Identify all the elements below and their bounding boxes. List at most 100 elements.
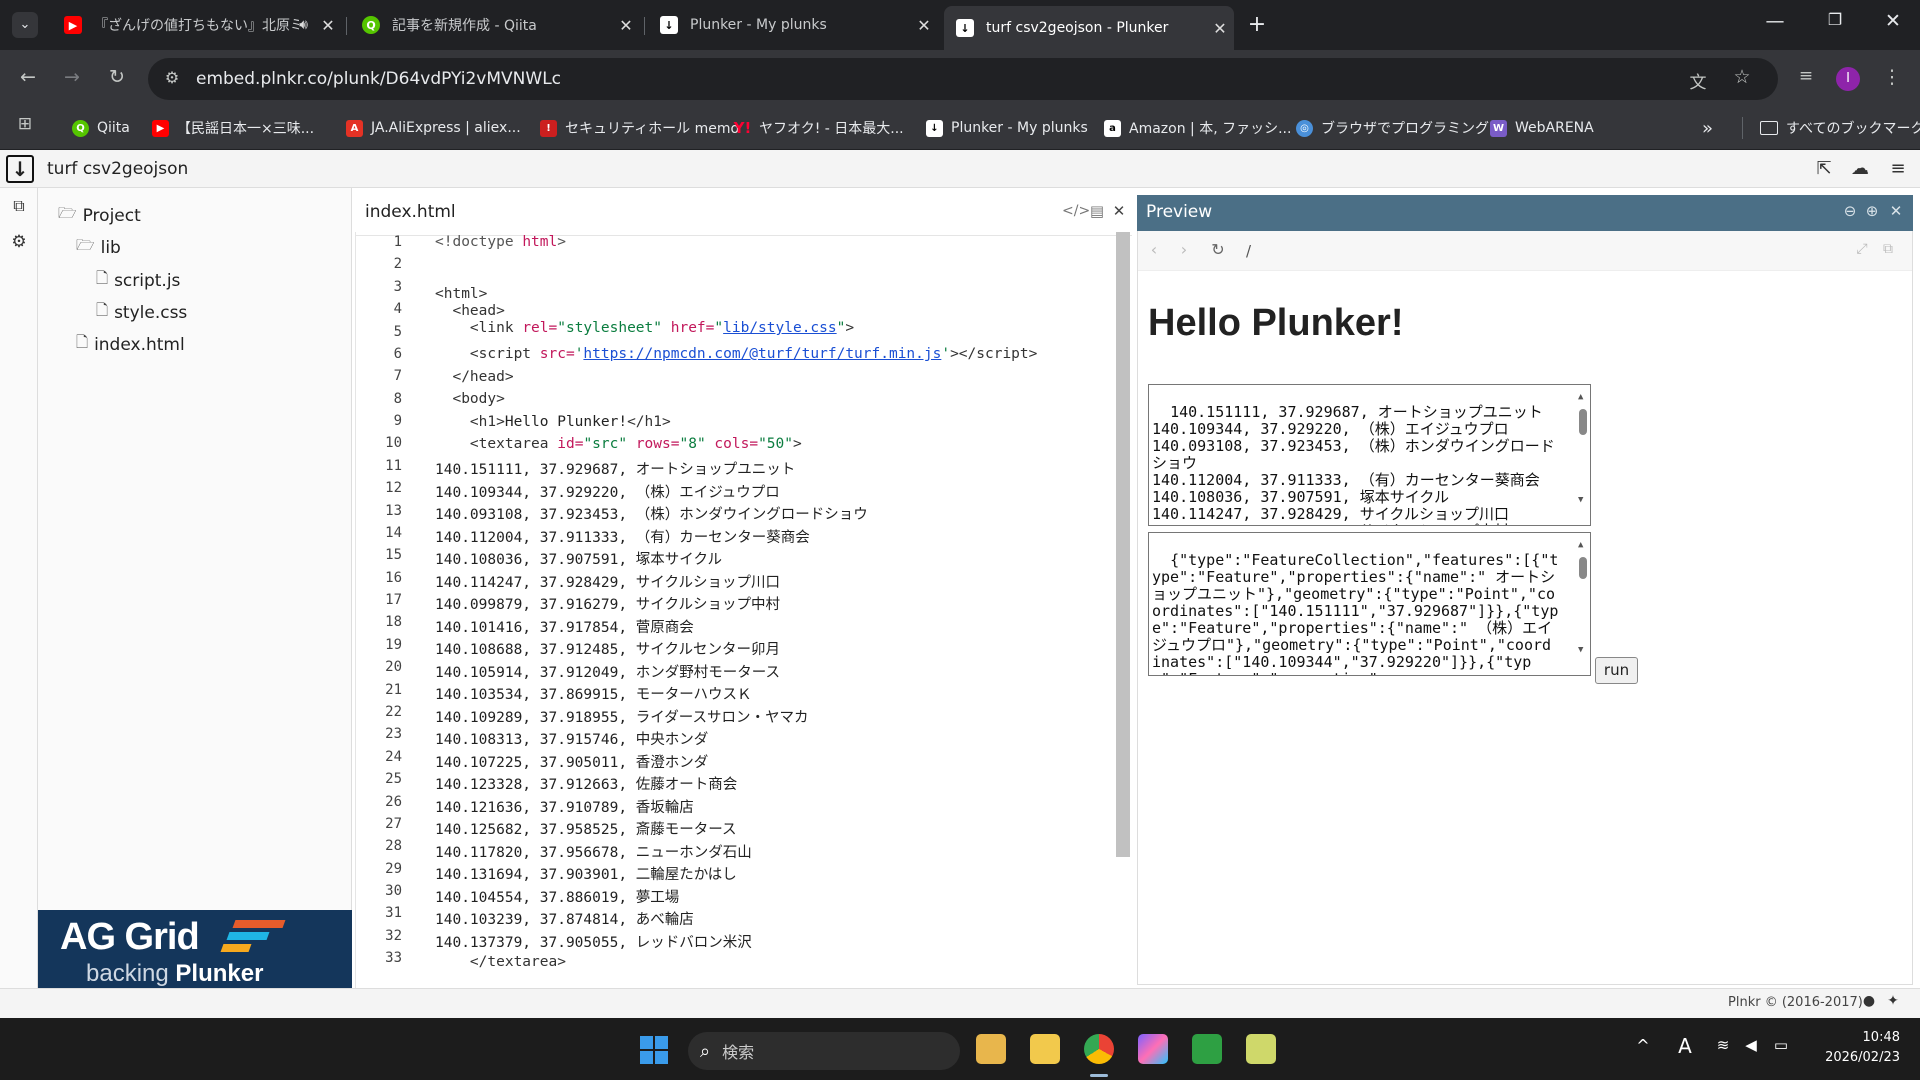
bookmark-qiita[interactable]: Q Qiita	[72, 115, 130, 141]
line-number: 7	[393, 368, 402, 385]
media-control-icon[interactable]: ≡	[1792, 66, 1820, 86]
tree-folder-lib[interactable]: 🗁︎ lib	[76, 235, 121, 260]
restore-icon[interactable]: ❐	[1820, 10, 1850, 29]
new-window-icon[interactable]: ⧉	[1878, 241, 1898, 257]
tree-folder-project[interactable]: 🗁︎ Project	[58, 203, 141, 228]
textarea-scrollbar[interactable]: ▲ ▼	[1578, 537, 1588, 671]
wifi-icon[interactable]: ≋	[1712, 1036, 1734, 1054]
more-bookmarks-icon[interactable]: »	[1702, 115, 1713, 141]
file-tree	[38, 188, 352, 988]
tab-search-chevron-icon[interactable]: ⌄	[12, 12, 38, 38]
code-line: 140.109344, 37.929220, （株）エイジュウプロ	[435, 484, 780, 501]
zoom-in-icon[interactable]: ⊕	[1862, 202, 1882, 220]
line-number: 6	[393, 345, 402, 362]
bookmark-plunker[interactable]: ↓ Plunker - My plunks	[926, 115, 1088, 141]
close-editor-icon[interactable]: ✕	[1108, 202, 1130, 220]
mail-app-icon[interactable]	[976, 1034, 1006, 1064]
settings-gear-icon[interactable]: ⚙	[8, 232, 30, 252]
preview-forward-icon[interactable]: ›	[1174, 240, 1194, 259]
show-hidden-icons-icon[interactable]: ^	[1632, 1036, 1654, 1055]
windows-start-icon[interactable]	[640, 1036, 668, 1064]
file-explorer-icon[interactable]	[1030, 1034, 1060, 1064]
tree-file-index[interactable]: 🗋︎ index.html	[76, 332, 185, 357]
line-number: 29	[385, 860, 402, 877]
amazon-icon: a	[1104, 119, 1121, 137]
github-icon[interactable]: ●	[1860, 993, 1878, 1009]
tab-youtube[interactable]: ▶ 『ざんげの値打ちもない』北原ミ 🔊︎ ✕	[52, 7, 342, 43]
close-window-icon[interactable]: ✕	[1878, 10, 1908, 32]
bookmark-aliexpress[interactable]: A JA.AliExpress | aliex...	[346, 115, 521, 141]
bookmark-webarena[interactable]: W WebARENA	[1490, 115, 1594, 141]
minimize-icon[interactable]: —	[1760, 10, 1790, 32]
translate-icon[interactable]: 文	[1684, 68, 1712, 93]
notebook-app-icon[interactable]	[1192, 1034, 1222, 1064]
url-text[interactable]: embed.plnkr.co/plunk/D64vdPYi2vMVNWLc	[196, 69, 561, 89]
cloud-download-icon[interactable]: ☁	[1848, 158, 1872, 179]
bookmark-star-icon[interactable]: ☆	[1728, 66, 1756, 88]
docs-icon[interactable]: ▤	[1086, 202, 1108, 220]
line-number: 12	[385, 480, 402, 497]
preview-back-icon[interactable]: ‹	[1144, 240, 1164, 259]
code-line: <html>	[435, 286, 488, 302]
code-line: 140.151111, 37.929687, オートショップユニット	[435, 462, 796, 478]
close-preview-icon[interactable]: ✕	[1886, 202, 1906, 220]
code-line: 140.114247, 37.928429, サイクルショップ川口	[435, 574, 781, 591]
bookmark-security-hole[interactable]: ! セキュリティホール memo	[540, 115, 739, 141]
new-tab-icon[interactable]: +	[1244, 12, 1270, 37]
folder-app-icon[interactable]	[1246, 1034, 1276, 1064]
plunker-logo-icon[interactable]: ↓	[6, 155, 34, 183]
fullscreen-icon[interactable]: ⤢	[1852, 241, 1872, 257]
run-button[interactable]: run	[1595, 657, 1638, 684]
clock-time[interactable]: 10:48	[1810, 1030, 1900, 1045]
ad-tagline-bold: Plunker	[175, 960, 264, 987]
preview-refresh-icon[interactable]: ↻	[1208, 240, 1228, 259]
editor-header	[356, 188, 1132, 236]
reload-icon[interactable]: ↻	[103, 66, 131, 88]
volume-icon[interactable]: ◀	[1740, 1036, 1762, 1054]
copilot-icon[interactable]	[1138, 1034, 1168, 1064]
textarea-scrollbar[interactable]: ▲ ▼	[1578, 389, 1588, 521]
editor-scrollbar[interactable]	[1116, 232, 1130, 857]
bookmark-amazon[interactable]: a Amazon | 本, ファッシ...	[1104, 115, 1291, 141]
clock-date[interactable]: 2026/02/23	[1810, 1050, 1900, 1065]
bookmark-programming[interactable]: ◎ ブラウザでプログラミング...	[1296, 115, 1502, 141]
open-external-icon[interactable]: ⇱	[1812, 158, 1836, 179]
chrome-app-icon[interactable]	[1084, 1034, 1114, 1064]
code-line: <script src='https://npmcdn.com/@turf/tu…	[469, 346, 1038, 362]
output-textarea[interactable]: {"type":"FeatureCollection","features":[…	[1148, 532, 1591, 676]
menu-kebab-icon[interactable]: ⋮	[1882, 66, 1902, 88]
ag-grid-ad[interactable]: AG Grid backing Plunker	[38, 910, 352, 988]
speaker-icon: 🔊︎	[299, 17, 308, 33]
all-bookmarks-folder[interactable]: すべてのブックマーク	[1760, 115, 1920, 141]
tree-file-style[interactable]: 🗋︎ style.css	[96, 300, 187, 325]
apps-grid-icon[interactable]: ⊞	[12, 114, 38, 134]
hamburger-menu-icon[interactable]: ≡	[1886, 158, 1910, 179]
close-tab-icon[interactable]: ✕	[612, 16, 640, 35]
forward-icon[interactable]: →	[58, 66, 86, 88]
site-info-icon[interactable]: ⚙	[160, 68, 184, 87]
battery-icon[interactable]: ▭	[1768, 1036, 1794, 1054]
tree-file-script[interactable]: 🗋︎ script.js	[96, 268, 180, 293]
close-tab-icon[interactable]: ✕	[314, 16, 342, 35]
files-icon[interactable]: ⧉	[8, 196, 30, 216]
close-tab-icon[interactable]: ✕	[910, 16, 938, 35]
close-tab-icon[interactable]: ✕	[1206, 19, 1234, 38]
tab-plunker-my-plunks[interactable]: ↓ Plunker - My plunks ✕	[648, 7, 938, 43]
zoom-out-icon[interactable]: ⊖	[1840, 202, 1860, 220]
back-icon[interactable]: ←	[14, 66, 42, 88]
ime-indicator[interactable]: A	[1674, 1034, 1696, 1058]
src-textarea[interactable]: 140.151111, 37.929687, オートショップユニット 140.1…	[1148, 384, 1591, 526]
profile-avatar[interactable]: I	[1836, 67, 1860, 91]
tab-qiita[interactable]: Q 記事を新規作成 - Qiita ✕	[350, 7, 640, 43]
preview-path[interactable]: /	[1246, 242, 1251, 260]
tab-turf-csv2geojson[interactable]: ↓ turf csv2geojson - Plunker ✕	[944, 6, 1234, 50]
taskbar-search[interactable]: ⌕ 検索	[688, 1032, 960, 1070]
youtube-icon: ▶	[64, 16, 82, 34]
globe-icon: ◎	[1296, 119, 1313, 137]
bookmark-yahuoku[interactable]: Y! ヤフオク! - 日本最大...	[734, 115, 904, 141]
code-view-icon[interactable]: </>	[1062, 203, 1090, 219]
twitter-icon[interactable]: ✦	[1884, 993, 1902, 1009]
bookmark-youtube[interactable]: ▶ 【民謡日本一×三味...	[152, 115, 314, 141]
line-number: 25	[385, 771, 402, 788]
plunker-header	[0, 150, 1920, 188]
